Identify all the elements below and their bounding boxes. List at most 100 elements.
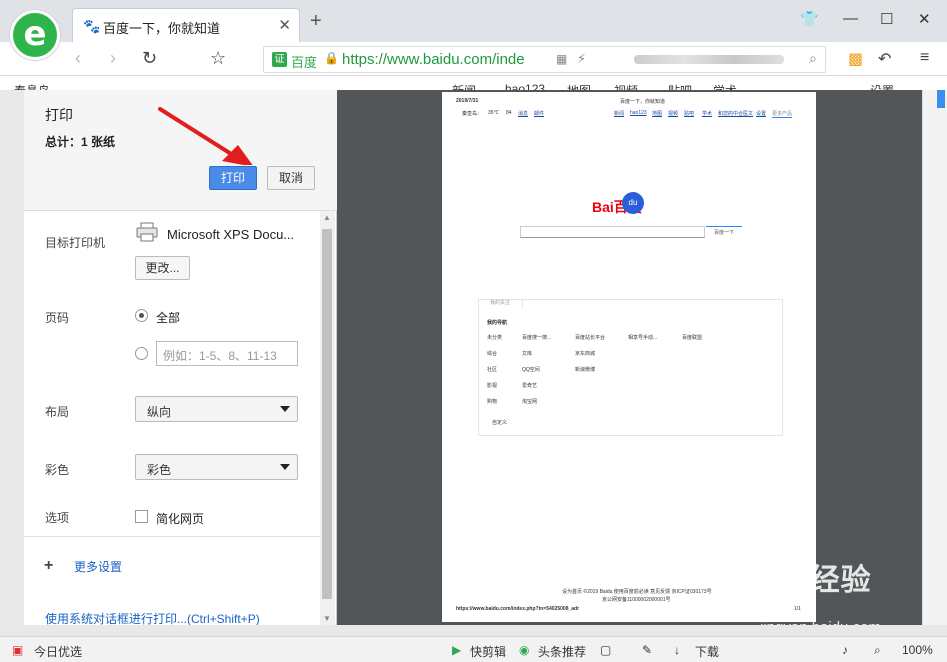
snapshot-icon[interactable]: ▢ [600,643,611,657]
bookmark-bar: 秦鼻鸟 新闻 hao123 地图 视频 贴吧 学术 设置 [0,76,947,90]
back-icon[interactable]: ‹ [75,48,81,69]
layout-select[interactable]: 纵向 [135,396,298,422]
pages-range-radio[interactable] [135,347,148,360]
preview-link: 地图 [652,111,663,117]
pages-all-label: 全部 [156,311,181,325]
preview-sheet: 2019/7/31 百度一下，你就知道 秦皇岛： 35℃ 84 消息 邮件 新闻… [442,92,816,622]
preview-footer: 京公网安备11000002000001号 [602,597,671,603]
preview-date: 2019/7/31 [456,98,479,104]
close-window-icon[interactable]: ✕ [918,10,931,28]
printer-icon [136,222,158,242]
tab-bar: 🐾 百度一下，你就知道 ✕ + 👕 — ☐ ✕ [0,0,947,42]
color-value: 彩色 [147,463,172,477]
preview-link-extra: 和您的中合医文 [718,111,754,117]
preview-link: 学术 [702,111,713,117]
more-settings-link[interactable]: 更多设置 [74,558,122,575]
daily-picks[interactable]: 今日优选 [34,643,82,660]
bookmark-item[interactable]: hao123 [505,82,545,90]
page-scrollbar[interactable] [922,90,947,625]
preview-footer-url: https://www.baidu.com/index.php?tn=54025… [456,606,580,612]
options-label: 选项 [45,511,70,525]
color-label: 彩色 [45,463,70,477]
preview-box-tab: 我的关注 [478,299,523,308]
toolbar: ‹ › ↻ ☆ 证 百度 🔒 https://www.baidu.com/ind… [0,42,947,76]
browser-logo-icon: e [10,10,60,60]
settings-scrollbar[interactable]: ▲ ▼ [320,211,335,625]
cancel-button[interactable]: 取消 [267,166,315,190]
pin-icon[interactable]: ✎ [642,643,652,657]
bookmark-item[interactable]: 地图 [567,82,591,90]
bookmark-item[interactable]: 新闻 [452,82,476,90]
red-arrow-annotation [158,107,253,165]
sheet-total: 总计：1 张纸 [45,135,116,149]
tab-title: 百度一下，你就知道 [103,21,221,36]
lock-icon[interactable]: 🔒 [324,51,339,65]
bookmark-item[interactable]: 贴吧 [668,82,692,90]
bookmark-item[interactable]: 视频 [614,82,638,90]
pages-all-radio[interactable] [135,309,148,322]
forward-icon[interactable]: › [110,48,116,69]
undo-icon[interactable]: ↶ [878,49,891,69]
bookmark-item[interactable]: 设置 [870,82,894,90]
preview-section-title: 我的导航 [487,320,508,326]
scroll-up-icon[interactable]: ▲ [323,213,331,222]
preview-paw-icon: du [622,192,644,214]
color-select[interactable]: 彩色 [135,454,298,480]
download-button[interactable]: 下载 [695,643,719,660]
divider [24,536,320,537]
new-tab-icon[interactable]: + [310,10,322,33]
bookmark-item[interactable]: 秦鼻鸟 [14,82,50,90]
browser-tab[interactable]: 🐾 百度一下，你就知道 ✕ [72,8,300,42]
url-text[interactable]: https://www.baidu.com/inde [342,51,525,68]
toutiao-button[interactable]: 头条推荐 [538,643,586,660]
simplify-checkbox[interactable] [135,510,148,523]
chevron-down-icon [280,406,290,412]
preview-row-label: 未分类 [487,335,503,341]
simplify-label: 简化网页 [156,512,205,526]
apps-icon[interactable]: ▩ [848,49,863,69]
gift-icon[interactable]: ▣ [12,643,23,657]
print-header: 打印 总计：1 张纸 打印 取消 [24,90,337,211]
preview-row-item: 京东商城 [575,351,596,357]
play-icon[interactable]: ▶ [452,643,461,657]
skin-icon[interactable]: 👕 [800,10,819,28]
reload-icon[interactable]: ↻ [142,48,157,69]
print-button[interactable]: 打印 [209,166,257,190]
search-icon[interactable]: ⌕ [809,50,817,67]
preview-row-item: 百度站长平台 [575,335,606,341]
bookmark-item[interactable]: 学术 [713,82,737,90]
status-bar: ▣ 今日优选 ▶ 快剪辑 ◉ 头条推荐 ▢ ✎ ↓ 下载 ♪ ⌕ 100% [0,636,947,662]
preview-temp: 35℃ [488,110,500,116]
lightning-icon[interactable]: ⚡ [577,51,586,67]
certificate-icon[interactable]: 证 [272,52,287,67]
zoom-icon[interactable]: ⌕ [874,643,881,658]
close-tab-icon[interactable]: ✕ [278,16,291,34]
change-printer-button[interactable]: 更改... [135,256,190,280]
preview-page-title: 百度一下，你就知道 [620,99,666,105]
scrollbar-thumb[interactable] [322,229,332,599]
watermark-brand: Bai经验 [760,564,872,597]
maximize-icon[interactable]: ☐ [880,10,893,28]
preview-link: 视频 [668,111,679,117]
plus-icon[interactable]: + [44,557,53,575]
kuaijianji-button[interactable]: 快剪辑 [470,643,506,660]
page-range-input[interactable]: 例如：1-5、8、11-13 [156,341,298,366]
minimize-icon[interactable]: — [843,10,858,27]
preview-row-label: 影视 [487,383,498,389]
mute-icon[interactable]: ♪ [842,643,848,657]
menu-icon[interactable]: ≡ [920,49,929,67]
baidu-jingyan-watermark: Bai经验 jingyan.baidu.com [760,555,910,636]
preview-row-item: 淘宝网 [522,399,538,405]
news-icon[interactable]: ◉ [519,643,529,657]
preview-row-item: 新浪微博 [575,367,596,373]
download-icon[interactable]: ↓ [674,643,680,657]
qr-code-icon[interactable]: ▦ [556,52,567,66]
print-title: 打印 [45,107,73,123]
scroll-down-icon[interactable]: ▼ [323,614,331,623]
star-icon[interactable]: ☆ [210,48,226,69]
zoom-level[interactable]: 100% [902,643,933,657]
horizontal-scrollbar[interactable] [0,625,947,636]
address-bar[interactable]: 证 百度 🔒 https://www.baidu.com/inde ▦ ⚡ ⌕ [263,46,826,73]
preview-footer: 设为首页 ©2019 Baidu 使用百度前必读 意见反馈 京ICP证03017… [562,589,712,595]
preview-row-item: 百度联盟 [682,335,703,341]
